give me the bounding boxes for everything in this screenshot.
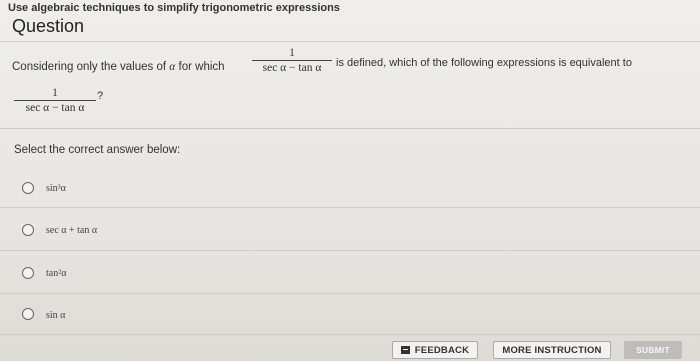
question-text-after: is defined, which of the following expre… [336,57,632,69]
option-label[interactable]: sin³α [46,183,66,194]
answer-option-4[interactable]: sin α [0,294,700,334]
answer-option-1[interactable]: sin³α [0,168,700,208]
divider [0,207,700,208]
option-label[interactable]: sec α + tan α [46,225,97,236]
option-label[interactable]: sin α [46,310,65,321]
radio-button[interactable] [22,224,34,236]
page-title: Question [12,16,85,36]
fraction-denominator: sec α − tan α [262,62,322,74]
question-text-mid: for which [178,61,225,73]
question-mark: ? [97,90,104,102]
submit-button[interactable]: SUBMIT [624,341,682,359]
question-text-before: Considering only the values of [12,61,167,73]
question-fraction: 1 sec α − tan α [252,47,332,74]
question-text: Considering only the values of α for whi… [12,61,225,73]
answer-option-2[interactable]: sec α + tan α [0,209,700,249]
option-label[interactable]: tan²α [46,268,66,279]
fraction2-numerator: 1 [52,87,58,99]
radio-button[interactable] [22,182,34,194]
more-instruction-button[interactable]: MORE INSTRUCTION [493,341,611,359]
divider [0,334,700,335]
feedback-label: FEEDBACK [414,344,470,356]
divider [0,41,700,42]
divider [0,128,700,129]
feedback-icon [400,346,410,354]
fraction2-denominator: sec α − tan α [25,102,85,114]
radio-button[interactable] [22,308,34,320]
answer-prompt: Select the correct answer below: [14,144,181,156]
topic-title: Use algebraic techniques to simplify tri… [8,2,340,14]
question-variable: α [169,61,176,73]
divider [0,250,700,251]
answer-option-3[interactable]: tan²α [0,252,700,292]
question-page: Use algebraic techniques to simplify tri… [0,0,700,361]
feedback-button[interactable]: FEEDBACK [392,341,478,359]
fraction-numerator: 1 [289,47,295,59]
question-fraction-2: 1 sec α − tan α [14,87,96,114]
radio-button[interactable] [22,267,34,279]
